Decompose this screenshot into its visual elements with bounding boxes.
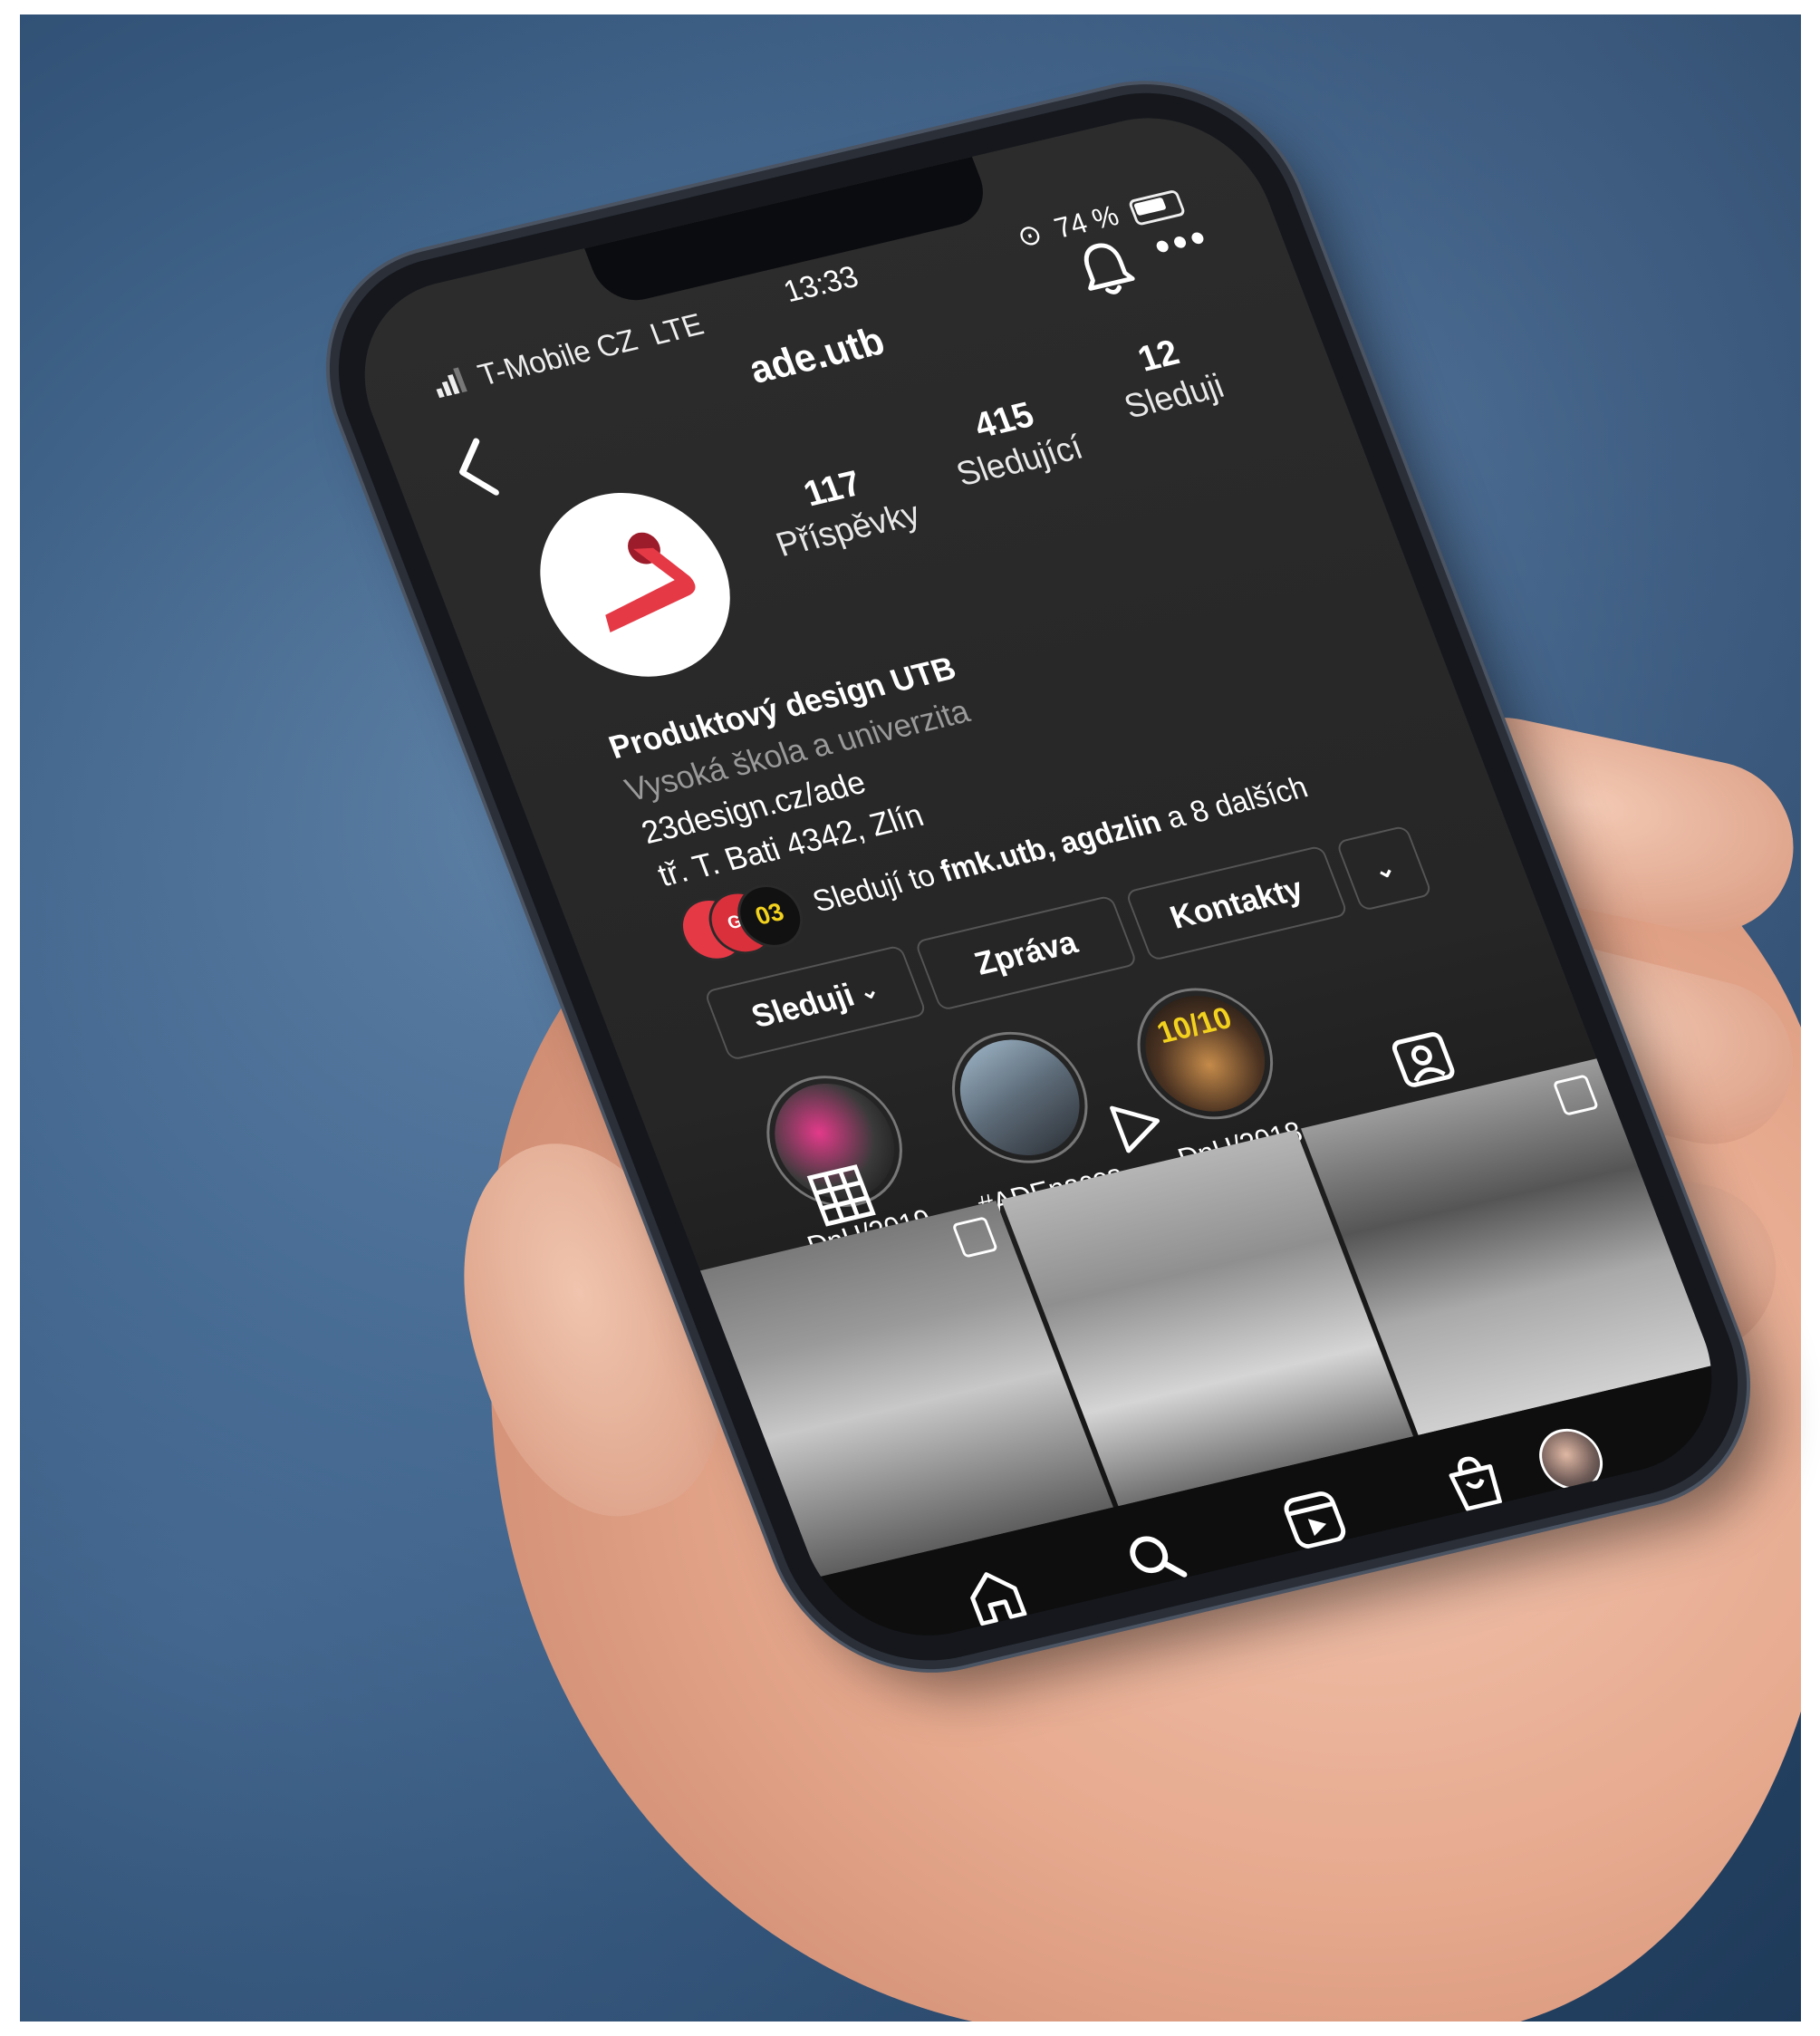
status-time: 13:33 xyxy=(778,259,863,310)
chevron-down-icon: ⌄ xyxy=(1369,853,1400,884)
profile-avatar[interactable] xyxy=(512,474,758,696)
home-icon[interactable] xyxy=(954,1559,1035,1633)
tagged-tab-icon[interactable] xyxy=(1382,1021,1463,1095)
mutual-avatars: GD 03 xyxy=(670,878,813,968)
status-carrier: T-Mobile CZ LTE xyxy=(429,307,709,405)
stat-followers[interactable]: 415 Sledující xyxy=(912,381,1111,499)
notification-dot xyxy=(1583,1494,1594,1504)
stat-following[interactable]: 12 Sleduji xyxy=(1075,319,1257,433)
reels-icon[interactable] xyxy=(1274,1483,1355,1557)
suggestions-dropdown-button[interactable]: ⌄ xyxy=(1335,825,1433,912)
stat-posts[interactable]: 117 Příspěvky xyxy=(741,450,939,568)
profile-nav-avatar[interactable] xyxy=(1529,1423,1613,1497)
back-icon[interactable] xyxy=(438,429,515,509)
brand-logo xyxy=(605,532,696,632)
message-button[interactable]: Zpráva xyxy=(914,894,1139,1012)
multiple-photos-icon xyxy=(951,1216,998,1259)
multiple-photos-icon xyxy=(1552,1074,1600,1116)
orientation-lock-icon: ⊙ xyxy=(1012,217,1047,254)
bell-icon[interactable] xyxy=(1065,232,1147,305)
chevron-down-icon: ⌄ xyxy=(853,974,883,1005)
profile-username: ade.utb xyxy=(743,319,891,392)
signal-icon xyxy=(429,365,473,406)
contacts-button[interactable]: Kontakty xyxy=(1124,844,1349,962)
following-button[interactable]: Sleduji ⌄ xyxy=(703,944,928,1062)
more-options-icon[interactable]: ••• xyxy=(1147,213,1218,272)
search-icon[interactable] xyxy=(1114,1521,1196,1595)
shop-icon[interactable] xyxy=(1434,1445,1516,1519)
